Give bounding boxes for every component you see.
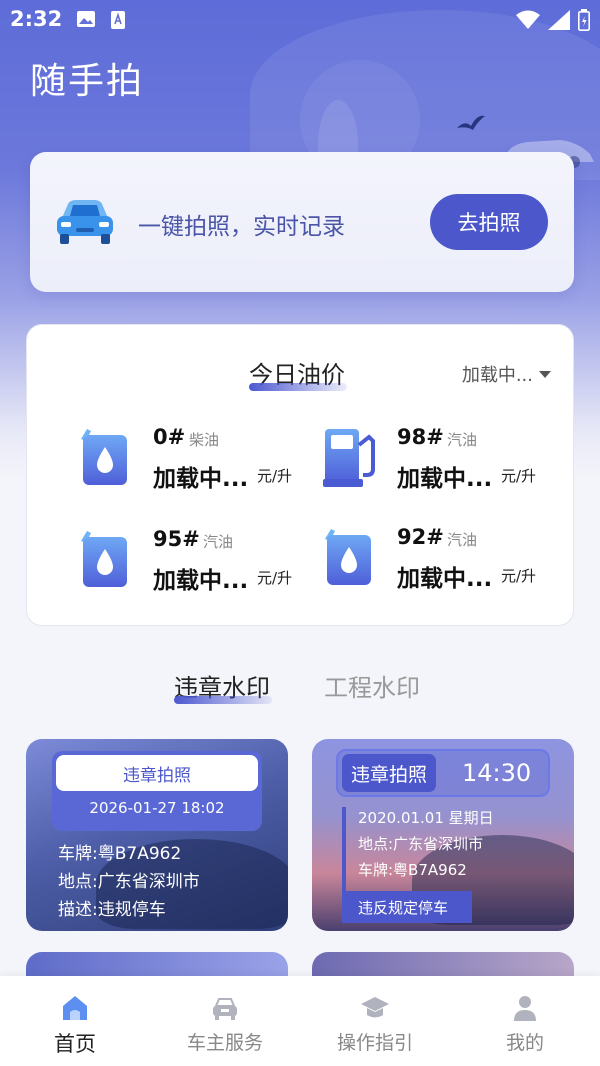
- fuel-pump-icon: [323, 429, 375, 487]
- home-icon: [63, 996, 87, 1020]
- nav-item-guide[interactable]: 操作指引: [300, 994, 450, 1055]
- nav-label: 我的: [505, 1032, 544, 1054]
- oil-grade: 95#: [153, 527, 200, 551]
- graduation-cap-icon: [361, 997, 389, 1018]
- fuel-can-icon: [81, 429, 127, 485]
- oil-grade: 92#: [397, 525, 444, 549]
- oil-type: 汽油: [447, 431, 478, 449]
- watermark-datetime: 2026-01-27 18:02: [89, 799, 225, 817]
- caret-down-icon: [539, 370, 551, 378]
- bird-icon: [457, 115, 485, 130]
- tab-engineering-watermark[interactable]: 工程水印: [324, 668, 420, 703]
- oil-price-unit: 元/升: [257, 467, 293, 485]
- nav-item-profile[interactable]: 我的: [450, 994, 600, 1055]
- nav-label: 操作指引: [336, 1032, 413, 1054]
- oil-price-unit: 元/升: [501, 467, 537, 485]
- oil-price-item: 98# 汽油 加载中... 元/升: [323, 425, 563, 505]
- oil-price-item: 95# 汽油 加载中... 元/升: [79, 527, 319, 607]
- watermark-tabs: 违章水印 工程水印: [0, 660, 600, 710]
- fuel-can-icon: [325, 529, 371, 585]
- car-icon: [213, 998, 237, 1020]
- wifi-icon: [516, 10, 540, 29]
- watermark-location: 地点:广东省深圳市: [358, 835, 484, 853]
- watermark-header: 违章拍照: [56, 755, 258, 791]
- watermark-plate: 车牌:粤B7A962: [358, 861, 467, 879]
- fuel-can-icon: [81, 531, 127, 587]
- nav-item-home[interactable]: 首页: [0, 994, 150, 1058]
- car-icon: [57, 200, 113, 244]
- oil-type: 汽油: [447, 531, 478, 549]
- nav-item-car-service[interactable]: 车主服务: [150, 994, 300, 1055]
- oil-type: 汽油: [203, 533, 234, 551]
- oil-grade: 0#: [153, 425, 186, 449]
- region-selector-label: 加载中...: [461, 365, 533, 386]
- watermark-description: 描述:违规停车: [58, 900, 166, 920]
- watermark-template-card[interactable]: 违章拍照 2026-01-27 18:02 车牌:粤B7A962 地点:广东省深…: [26, 739, 288, 931]
- oil-price-unit: 元/升: [501, 567, 537, 585]
- signal-icon: [548, 10, 570, 30]
- watermark-time: 14:30: [462, 759, 532, 787]
- watermark-plate: 车牌:粤B7A962: [58, 844, 182, 864]
- oil-price-value: 加载中...: [397, 466, 493, 492]
- user-icon: [514, 996, 536, 1021]
- photo-slogan: 一键拍照，实时记录: [138, 214, 345, 240]
- oil-price-item: 0# 柴油 加载中... 元/升: [79, 425, 319, 505]
- watermark-tag: 违章拍照: [342, 754, 436, 792]
- oil-price-value: 加载中...: [153, 466, 249, 492]
- status-time: 2:32: [10, 7, 63, 31]
- nav-label: 首页: [54, 1032, 96, 1056]
- oil-price-card: 今日油价 加载中... 0# 柴油 加载中... 元/升 98# 汽油 加载中.…: [26, 324, 574, 626]
- tab-underline: [174, 696, 272, 704]
- nav-label: 车主服务: [186, 1032, 263, 1054]
- oil-grade: 98#: [397, 425, 444, 449]
- watermark-date: 2020.01.01 星期日: [358, 809, 494, 827]
- oil-price-item: 92# 汽油 加载中... 元/升: [323, 525, 563, 605]
- bottom-nav: 首页 车主服务 操作指引 我的: [0, 976, 600, 1066]
- watermark-footer: 违反规定停车: [342, 891, 472, 923]
- oil-type: 柴油: [189, 431, 220, 449]
- quick-photo-card: 一键拍照，实时记录 去拍照: [30, 152, 574, 292]
- oil-price-unit: 元/升: [257, 569, 293, 587]
- oil-price-value: 加载中...: [397, 566, 493, 592]
- battery-icon: [578, 9, 590, 31]
- image-notification-icon: [77, 11, 95, 27]
- region-selector[interactable]: 加载中...: [462, 361, 551, 387]
- status-bar: 2:32: [0, 0, 600, 40]
- title-underline: [249, 383, 347, 391]
- watermark-accent-bar: [342, 807, 346, 891]
- text-notification-icon: [111, 11, 125, 29]
- take-photo-button[interactable]: 去拍照: [430, 194, 548, 250]
- watermark-template-card[interactable]: 违章拍照 14:30 2020.01.01 星期日 地点:广东省深圳市 车牌:粤…: [312, 739, 574, 931]
- watermark-location: 地点:广东省深圳市: [58, 872, 200, 892]
- oil-price-value: 加载中...: [153, 568, 249, 594]
- app-title: 随手拍: [30, 61, 145, 102]
